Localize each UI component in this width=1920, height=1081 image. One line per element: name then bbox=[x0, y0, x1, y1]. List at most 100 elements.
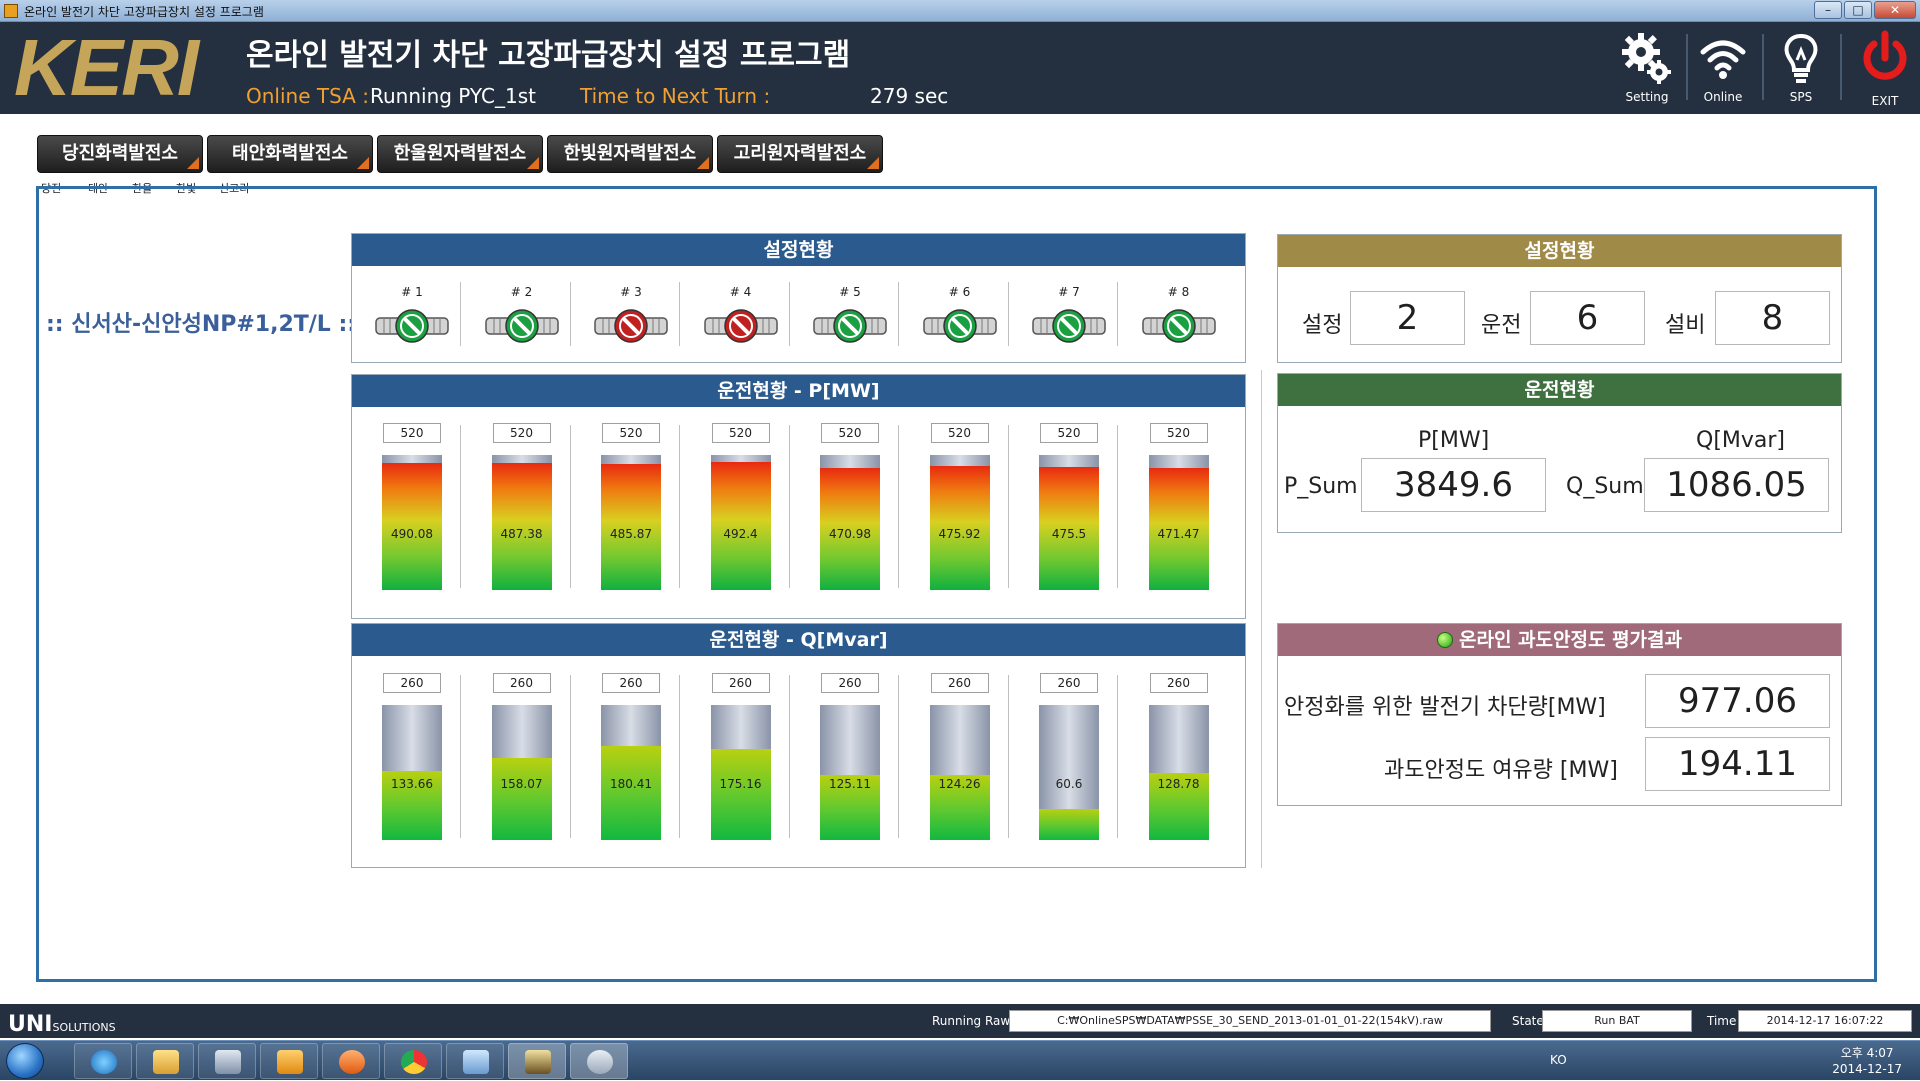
bar-track: 158.07 bbox=[491, 705, 552, 840]
generator-toggle[interactable] bbox=[1031, 308, 1107, 344]
header-divider bbox=[1840, 34, 1842, 100]
generator-toggle[interactable] bbox=[593, 308, 669, 344]
start-button[interactable] bbox=[6, 1043, 44, 1079]
bar-value-label: 475.92 bbox=[938, 527, 981, 541]
lightbulb-icon bbox=[1784, 33, 1818, 83]
generator-running-icon bbox=[375, 309, 449, 343]
column-divider bbox=[679, 282, 680, 346]
column-divider bbox=[1117, 282, 1118, 346]
bar-track: 471.47 bbox=[1148, 455, 1209, 590]
header-divider bbox=[1762, 34, 1764, 100]
column-divider bbox=[460, 282, 461, 346]
setting-label: Setting bbox=[1625, 90, 1669, 104]
generator-toggle[interactable] bbox=[374, 308, 450, 344]
column-divider bbox=[788, 675, 790, 838]
rating-value: 260 bbox=[383, 673, 441, 693]
status-bar: UNISOLUTIONS Running Raw C:₩OnlineSPS₩DA… bbox=[0, 1004, 1920, 1038]
p-operation-panel: 운전현황 - P[MW] bbox=[351, 374, 1246, 619]
operation-summary-panel: 운전현황 P[MW] Q[Mvar] P_Sum 3849.6 Q_Sum 10… bbox=[1277, 373, 1842, 533]
run-count-value: 6 bbox=[1530, 291, 1645, 345]
operation-summary-title: 운전현황 bbox=[1278, 374, 1841, 406]
generator-toggle[interactable] bbox=[812, 308, 888, 344]
taskbar-ie[interactable] bbox=[74, 1043, 132, 1079]
p-operation-title: 운전현황 - P[MW] bbox=[352, 375, 1245, 407]
bar-value-label: 133.66 bbox=[391, 777, 433, 791]
q-sum-value: 1086.05 bbox=[1644, 458, 1829, 512]
app-header: KERI 온라인 발전기 차단 고장파급장치 설정 프로그램 Online TS… bbox=[0, 22, 1920, 114]
rating-value: 260 bbox=[930, 673, 989, 693]
column-divider bbox=[898, 282, 899, 346]
bar-value-label: 487.38 bbox=[500, 527, 543, 541]
bar-track: 60.6 bbox=[1039, 705, 1099, 840]
close-button[interactable]: ✕ bbox=[1874, 1, 1916, 19]
time-label: Time bbox=[1707, 1014, 1737, 1028]
generator-status-title: 설정현황 bbox=[352, 234, 1245, 266]
ime-indicator[interactable]: KO bbox=[1550, 1053, 1567, 1067]
exit-button[interactable]: EXIT bbox=[1850, 28, 1920, 108]
taskbar-app-5[interactable] bbox=[570, 1043, 628, 1079]
gear-icon bbox=[1622, 33, 1671, 84]
online-button[interactable]: Online bbox=[1688, 28, 1758, 108]
bar-value-label: 125.11 bbox=[829, 777, 871, 791]
run-count-label: 운전 bbox=[1481, 313, 1522, 338]
time-value: 2014-12-17 16:07:22 bbox=[1738, 1010, 1912, 1032]
tab-hanul[interactable]: 한울원자력발전소 bbox=[377, 135, 543, 173]
p-sum-header: P[MW] bbox=[1418, 428, 1490, 453]
taskbar-chrome[interactable] bbox=[384, 1043, 442, 1079]
taskbar-app-1[interactable] bbox=[198, 1043, 256, 1079]
bar-track: 475.5 bbox=[1039, 455, 1099, 590]
column-divider bbox=[898, 675, 899, 838]
generator-toggle[interactable] bbox=[484, 308, 560, 344]
column-divider bbox=[460, 425, 461, 588]
column-divider bbox=[569, 675, 571, 838]
state-value: Run BAT bbox=[1542, 1010, 1692, 1032]
q-operation-title: 운전현황 - Q[Mvar] bbox=[352, 624, 1245, 656]
rating-value: 520 bbox=[602, 423, 660, 443]
rating-value: 520 bbox=[821, 423, 879, 443]
maximize-button[interactable]: □ bbox=[1844, 1, 1872, 19]
generator-label: # 8 bbox=[1167, 285, 1190, 299]
settings-summary-panel: 설정현황 설정 2 운전 6 설비 8 bbox=[1277, 234, 1842, 363]
power-icon bbox=[1863, 30, 1907, 80]
bar-track: 475.92 bbox=[929, 455, 990, 590]
taskbar-app-3[interactable] bbox=[446, 1043, 504, 1079]
column-divider bbox=[788, 282, 790, 346]
tab-kori[interactable]: 고리원자력발전소 bbox=[717, 135, 883, 173]
column-divider bbox=[1007, 282, 1009, 346]
rating-value: 520 bbox=[492, 423, 551, 443]
rating-value: 520 bbox=[1149, 423, 1208, 443]
window-titlebar: 온라인 발전기 차단 고장파급장치 설정 프로그램 – □ ✕ bbox=[0, 0, 1920, 22]
running-raw-label: Running Raw bbox=[932, 1014, 1011, 1028]
bar-track: 180.41 bbox=[601, 705, 661, 840]
bar-value-label: 60.6 bbox=[1055, 777, 1083, 791]
rating-value: 520 bbox=[1040, 423, 1098, 443]
monitor-icon bbox=[215, 1050, 241, 1074]
generator-label: # 5 bbox=[839, 285, 861, 299]
taskbar-media[interactable] bbox=[322, 1043, 380, 1079]
tab-dangjin[interactable]: 당진화력발전소 bbox=[37, 135, 203, 173]
tab-hanbit[interactable]: 한빛원자력발전소 bbox=[547, 135, 713, 173]
media-icon bbox=[339, 1050, 365, 1074]
tab-taean[interactable]: 태안화력발전소 bbox=[207, 135, 373, 173]
bar-track: 485.87 bbox=[601, 455, 661, 590]
p-sum-value: 3849.6 bbox=[1361, 458, 1546, 512]
taskbar-app-4[interactable] bbox=[508, 1043, 566, 1079]
transmission-line-name: :: 신서산-신안성NP#1,2T/L :: bbox=[46, 312, 357, 337]
taskbar-explorer[interactable] bbox=[136, 1043, 194, 1079]
generator-label: # 3 bbox=[620, 285, 642, 299]
bar-value-label: 485.87 bbox=[610, 527, 652, 541]
tsa-result-header: 온라인 과도안정도 평가결과 bbox=[1278, 624, 1841, 656]
system-clock[interactable]: 오후 4:07 2014-12-17 bbox=[1832, 1045, 1902, 1077]
tab-corner bbox=[187, 157, 199, 169]
sps-button[interactable]: SPS bbox=[1766, 28, 1836, 108]
generator-toggle[interactable] bbox=[922, 308, 998, 344]
generator-toggle[interactable] bbox=[1141, 308, 1217, 344]
sps-label: SPS bbox=[1789, 90, 1813, 104]
taskbar-app-2[interactable] bbox=[260, 1043, 318, 1079]
minimize-button[interactable]: – bbox=[1814, 1, 1842, 19]
bar-value-label: 175.16 bbox=[719, 777, 762, 791]
uni-logo-text: UNI bbox=[8, 1012, 53, 1037]
tab-label: 태안화력발전소 bbox=[232, 143, 348, 164]
setting-button[interactable]: Setting bbox=[1612, 28, 1682, 108]
generator-toggle[interactable] bbox=[703, 308, 779, 344]
